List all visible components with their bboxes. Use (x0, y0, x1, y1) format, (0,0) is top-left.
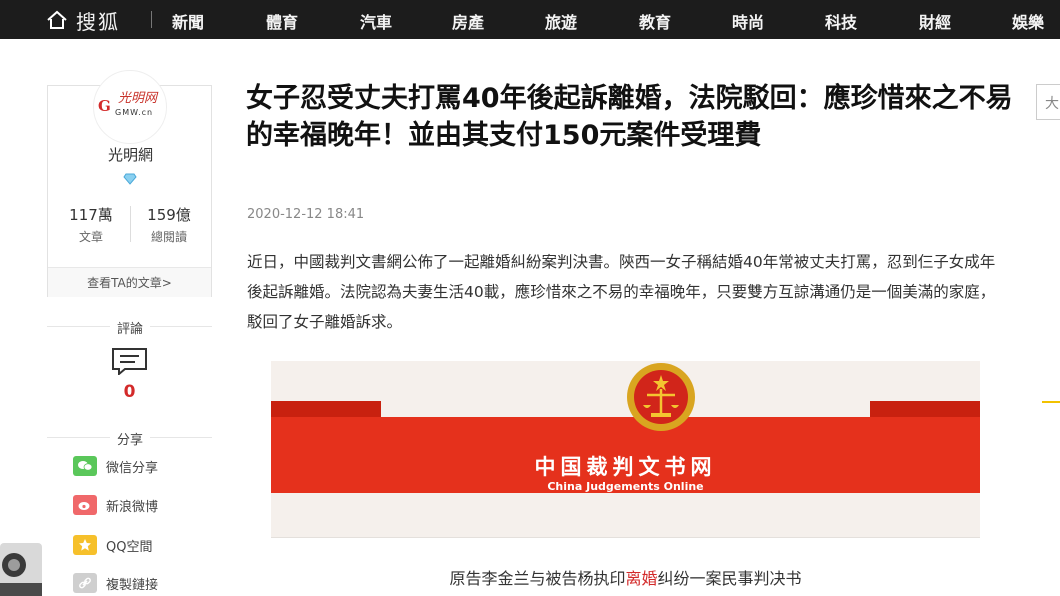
nav-item-realestate[interactable]: 房產 (452, 9, 484, 33)
sohu-logo[interactable]: 搜狐 (46, 7, 120, 34)
document-title: 原告李金兰与被告杨执印离婚纠纷一案民事判决书 (271, 565, 980, 589)
banner-ribbon-right (870, 401, 980, 417)
stat-divider (130, 206, 131, 242)
top-nav-bar: 搜狐 新聞 體育 汽車 房產 旅遊 教育 時尚 科技 財經 娛樂 (0, 0, 1060, 39)
view-articles-link[interactable]: 查看TA的文章> (48, 267, 211, 297)
link-icon (73, 573, 97, 593)
nav-item-tech[interactable]: 科技 (825, 9, 857, 33)
articles-count: 117萬 (69, 206, 113, 224)
share-copy-link-label: 複製鏈接 (106, 577, 159, 593)
nav-item-education[interactable]: 教育 (639, 9, 671, 33)
banner-site-name: 中国裁判文书网 (534, 455, 717, 479)
nav-item-sports[interactable]: 體育 (266, 9, 298, 33)
articles-label: 文章 (78, 230, 103, 244)
nav-item-auto[interactable]: 汽車 (360, 9, 392, 33)
reads-label: 總閱讀 (150, 230, 187, 244)
nav-item-finance[interactable]: 財經 (919, 9, 951, 33)
stat-articles: 117萬 文章 (56, 204, 126, 245)
share-copy-link[interactable]: 複製鏈接 (73, 572, 158, 594)
share-weibo[interactable]: 新浪微博 (73, 494, 158, 516)
floating-user-avatar[interactable] (0, 543, 42, 596)
right-panel-edge[interactable]: 大 (1036, 84, 1060, 120)
reads-count: 159億 (147, 206, 191, 224)
logo-text: 搜狐 (76, 9, 120, 34)
weibo-icon (73, 495, 97, 515)
share-label: 分享 (110, 429, 150, 448)
share-qzone-label: QQ空間 (106, 539, 153, 555)
nav-item-entertainment[interactable]: 娛樂 (1012, 9, 1044, 33)
comments-label: 評論 (110, 318, 150, 337)
stat-reads: 159億 總閱讀 (134, 204, 204, 245)
banner-ribbon-left (271, 401, 381, 417)
share-wechat-label: 微信分享 (106, 460, 159, 476)
avatar-logo-sub: GMW.cn (115, 108, 154, 117)
author-name[interactable]: 光明網 (48, 144, 213, 165)
court-emblem-icon (627, 363, 695, 431)
document-title-pre: 原告李金兰与被告杨执印 (449, 569, 626, 588)
share-weibo-label: 新浪微博 (106, 499, 159, 515)
nav-divider (151, 11, 152, 28)
nav-item-news[interactable]: 新聞 (172, 9, 204, 33)
article-image: 中国裁判文书网 China Judgements Online 原告李金兰与被告… (271, 361, 980, 596)
right-accent-stripe (1042, 401, 1060, 403)
author-avatar[interactable]: G 光明网 GMW.cn (93, 70, 167, 144)
share-qzone[interactable]: QQ空間 (73, 534, 152, 556)
banner-site-name-en: China Judgements Online (547, 480, 704, 493)
wechat-icon (73, 456, 97, 476)
article-title: 女子忍受丈夫打罵40年後起訴離婚，法院駁回：應珍惜來之不易的幸福晚年！並由其支付… (246, 83, 1013, 151)
share-wechat[interactable]: 微信分享 (73, 455, 158, 477)
document-title-highlight: 离婚 (625, 569, 658, 588)
comments-count[interactable]: 0 (47, 382, 212, 402)
verified-diamond-icon (123, 173, 137, 185)
comment-icon[interactable] (111, 347, 148, 375)
avatar-logo-g: G (98, 97, 111, 115)
article-date: 2020-12-12 18:41 (247, 207, 365, 222)
qzone-icon (73, 535, 97, 555)
document-title-post: 纠纷一案民事判决书 (657, 569, 802, 588)
home-icon (47, 10, 67, 29)
nav-item-travel[interactable]: 旅遊 (545, 9, 577, 33)
avatar-logo-text: 光明网 (118, 91, 158, 106)
article-body: 近日，中國裁判文書網公佈了一起離婚糾紛案判決書。陝西一女子稱結婚40年常被丈夫打… (247, 253, 996, 331)
nav-item-fashion[interactable]: 時尚 (732, 9, 764, 33)
author-card: G 光明网 GMW.cn 光明網 117萬 文章 159億 總閱讀 查看TA的文… (47, 70, 213, 297)
